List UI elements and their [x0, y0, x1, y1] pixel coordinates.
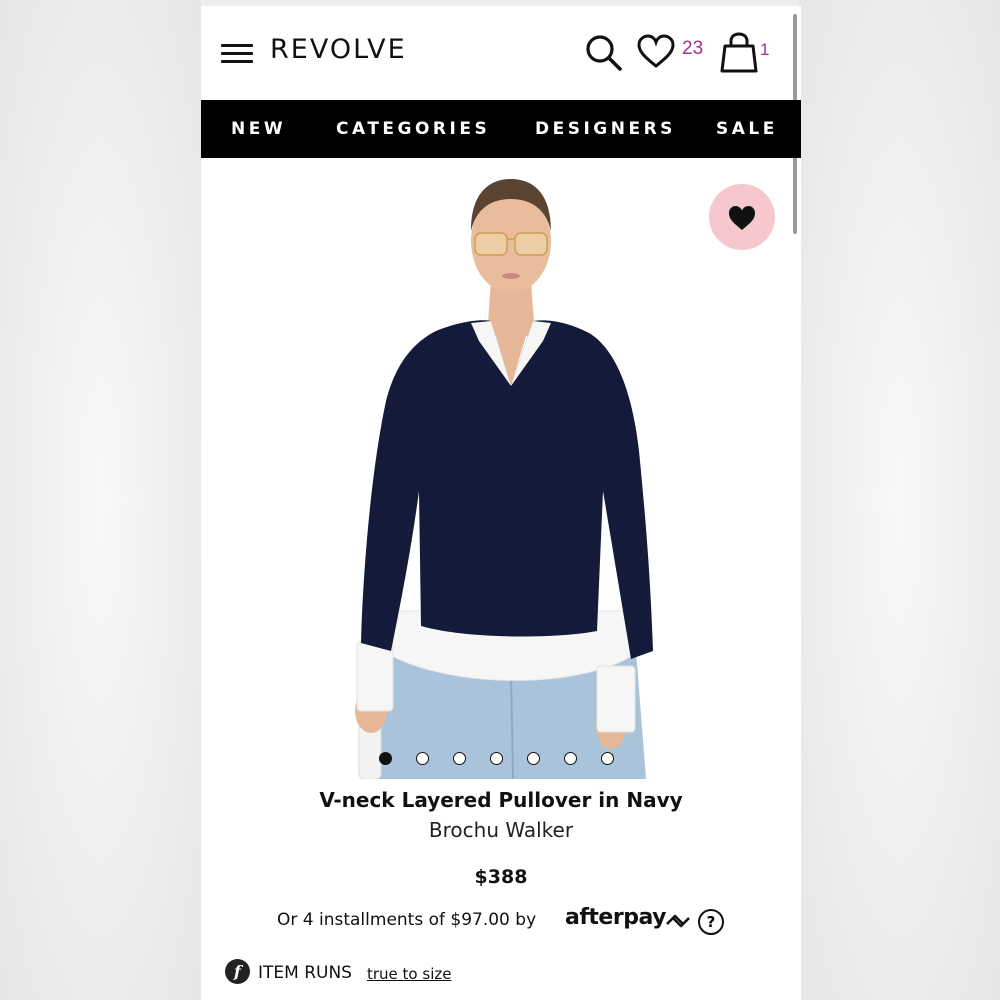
background-left [0, 0, 201, 1000]
revolve-logo[interactable]: REVOLVE [270, 34, 407, 65]
site-header: REVOLVE 23 1 [201, 6, 801, 100]
product-image[interactable] [341, 171, 681, 779]
heart-filled-icon [729, 206, 755, 230]
fit-link[interactable]: true to size [367, 965, 451, 983]
afterpay-logo: afterpay [565, 905, 666, 930]
carousel-dot-7[interactable] [601, 752, 614, 765]
nav-item-designers[interactable]: DESIGNERS [535, 119, 676, 139]
carousel-dot-2[interactable] [416, 752, 429, 765]
main-nav: NEW CATEGORIES DESIGNERS SALE [201, 100, 801, 158]
product-price: $388 [474, 866, 528, 888]
product-title: V-neck Layered Pullover in Navy [319, 788, 683, 812]
fit-icon: f [225, 959, 250, 984]
carousel-dot-5[interactable] [527, 752, 540, 765]
carousel-dot-1[interactable] [379, 752, 392, 765]
add-to-wishlist-button[interactable] [709, 184, 775, 250]
search-icon[interactable] [583, 32, 623, 72]
bag-count: 1 [760, 40, 770, 59]
shopping-bag-icon[interactable] [719, 31, 759, 73]
nav-item-new[interactable]: NEW [231, 119, 286, 139]
installments-text: Or 4 installments of $97.00 by [277, 910, 537, 930]
nav-item-categories[interactable]: CATEGORIES [336, 119, 490, 139]
carousel-dot-6[interactable] [564, 752, 577, 765]
heart-icon[interactable] [637, 34, 675, 70]
background-right [799, 0, 1000, 1000]
help-icon[interactable]: ? [698, 909, 724, 935]
nav-item-sale[interactable]: SALE [716, 119, 778, 139]
product-brand-link[interactable]: Brochu Walker [201, 818, 801, 842]
image-carousel-dots [379, 752, 619, 766]
wishlist-count: 23 [682, 38, 704, 59]
fit-label: ITEM RUNS [258, 963, 352, 983]
afterpay-arrows-icon [666, 914, 690, 928]
product-page: REVOLVE 23 1 NEW CATEGORIES DESIGNERS SA… [201, 6, 801, 1000]
carousel-dot-3[interactable] [453, 752, 466, 765]
hamburger-menu-icon[interactable] [221, 43, 253, 65]
carousel-dot-4[interactable] [490, 752, 503, 765]
